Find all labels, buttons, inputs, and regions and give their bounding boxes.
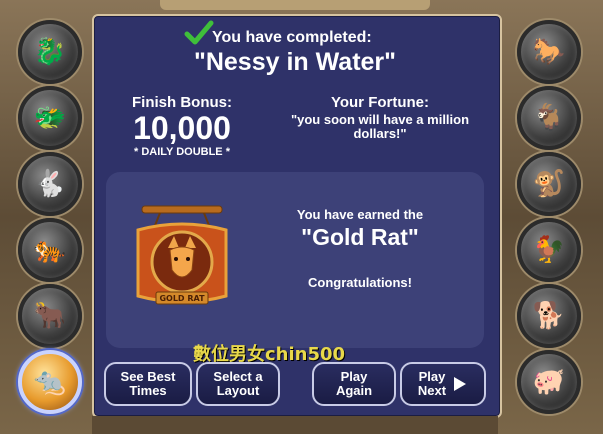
fortune-text: "you soon will have a million dollars!" xyxy=(290,112,470,141)
play-next-label: Play Next xyxy=(417,369,447,398)
dog-medal-icon[interactable]: 🐕 xyxy=(517,284,581,348)
fortune-label: Your Fortune: xyxy=(330,94,430,111)
play-next-button[interactable]: Play Next xyxy=(400,362,486,406)
tiger-medal-icon[interactable]: 🐅 xyxy=(18,218,82,282)
checkmark-icon xyxy=(184,20,214,45)
plaque-text: GOLD RAT xyxy=(159,294,205,303)
rat-medal-icon[interactable]: 🐀 xyxy=(18,350,82,414)
completed-label: You have completed: xyxy=(212,29,372,46)
select-layout-button[interactable]: Select a Layout xyxy=(196,362,280,406)
see-best-times-label: See Best Times xyxy=(120,369,176,398)
watermark-text: 數位男女chin500 xyxy=(193,344,346,365)
play-arrow-icon xyxy=(454,377,467,391)
select-layout-label: Select a Layout xyxy=(213,369,263,398)
monkey-medal-icon[interactable]: 🐒 xyxy=(517,152,581,216)
dragon-medal-icon[interactable]: 🐉 xyxy=(18,20,82,84)
horse-medal-icon[interactable]: 🐎 xyxy=(517,20,581,84)
bottom-frame-strip xyxy=(92,416,498,434)
right-zodiac-column: 🐎 🐐 🐒 🐓 🐕 🐖 xyxy=(511,14,585,414)
rooster-medal-icon[interactable]: 🐓 xyxy=(517,218,581,282)
daily-double-note: * DAILY DOUBLE * xyxy=(134,146,230,158)
goat-medal-icon[interactable]: 🐐 xyxy=(517,86,581,150)
play-again-label: Play Again xyxy=(335,369,373,398)
finish-bonus-value: 10,000 xyxy=(133,110,231,146)
ox-medal-icon[interactable]: 🐂 xyxy=(18,284,82,348)
earned-label: You have earned the xyxy=(296,207,424,222)
dragon-head-medal-icon[interactable]: 🐲 xyxy=(18,86,82,150)
play-again-button[interactable]: Play Again xyxy=(312,362,396,406)
see-best-times-button[interactable]: See Best Times xyxy=(104,362,192,406)
gold-rat-plaque-icon: GOLD RAT xyxy=(136,205,228,305)
congratulations-text: Congratulations! xyxy=(308,275,412,290)
puzzle-name: "Nessy in Water" xyxy=(193,48,396,76)
top-banner-strip xyxy=(160,0,430,10)
finish-bonus-label: Finish Bonus: xyxy=(132,94,232,111)
left-zodiac-column: 🐉 🐲 🐇 🐅 🐂 🐀 xyxy=(10,14,84,414)
award-name: "Gold Rat" xyxy=(301,224,419,250)
rabbit-medal-icon[interactable]: 🐇 xyxy=(18,152,82,216)
pig-medal-icon[interactable]: 🐖 xyxy=(517,350,581,414)
